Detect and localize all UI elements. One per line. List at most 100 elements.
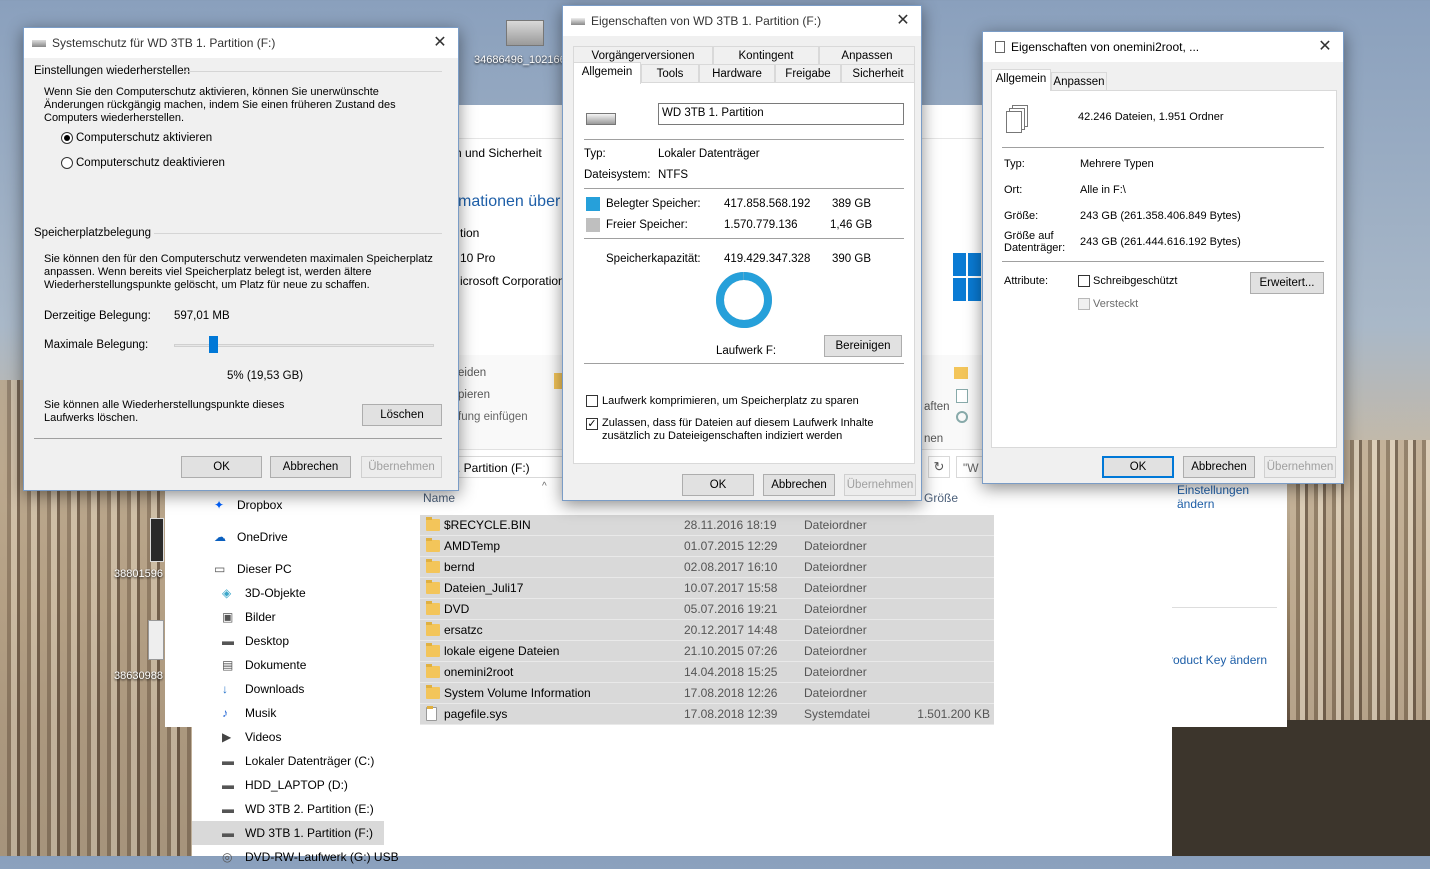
- apply-button[interactable]: Übernehmen: [844, 474, 916, 496]
- tab-hardware[interactable]: Hardware: [699, 64, 775, 82]
- usage-slider[interactable]: [174, 334, 434, 358]
- nav-item[interactable]: ▬ Desktop: [192, 629, 384, 653]
- desktop-icon-item[interactable]: 38801596: [112, 518, 166, 584]
- advanced-button[interactable]: Erweitert...: [1250, 272, 1324, 294]
- index-checkbox[interactable]: ✓: [586, 418, 598, 430]
- file-row[interactable]: AMDTemp 01.07.2015 12:29 Dateiordner: [420, 536, 994, 557]
- file-row[interactable]: bernd 02.08.2017 16:10 Dateiordner: [420, 557, 994, 578]
- breadcrumb[interactable]: n und Sicherheit: [455, 146, 542, 160]
- column-header-name[interactable]: Name: [423, 491, 455, 505]
- drive-thumbnail-icon: [506, 20, 544, 46]
- nav-item[interactable]: ☁ OneDrive: [192, 525, 384, 549]
- used-color-swatch: [586, 197, 600, 211]
- tab-security[interactable]: Sicherheit: [841, 64, 915, 82]
- product-key-link[interactable]: roduct Key ändern: [1169, 653, 1267, 667]
- tab-panel: WD 3TB 1. Partition Typ: Lokaler Datentr…: [573, 82, 915, 464]
- file-row[interactable]: Dateien_Juli17 10.07.2017 15:58 Dateiordne…: [420, 578, 994, 599]
- file-row[interactable]: ersatzc 20.12.2017 14:48 Dateiordner: [420, 620, 994, 641]
- compress-label[interactable]: Laufwerk komprimieren, um Speicherplatz …: [602, 395, 859, 407]
- nav-item[interactable]: ▭ Dieser PC: [192, 557, 384, 581]
- windows-edition: 10 Pro: [460, 251, 496, 265]
- nav-item[interactable]: ↓ Downloads: [192, 677, 384, 701]
- close-icon[interactable]: ✕: [1315, 37, 1335, 57]
- size-label: Größe:: [1004, 210, 1039, 222]
- nav-item[interactable]: ◎ DVD-RW-Laufwerk (G:) USB: [192, 845, 399, 869]
- ribbon-frag[interactable]: aften: [924, 401, 950, 413]
- nav-item[interactable]: ✦ Dropbox: [192, 493, 384, 517]
- tab-tools[interactable]: Tools: [641, 64, 699, 82]
- ok-button[interactable]: OK: [1102, 456, 1174, 478]
- refresh-icon[interactable]: ↻: [928, 456, 950, 478]
- cancel-button[interactable]: Abbrechen: [763, 474, 835, 496]
- nav-item[interactable]: ▶ Videos: [192, 725, 384, 749]
- drive-props-titlebar[interactable]: Eigenschaften von WD 3TB 1. Partition (F…: [563, 6, 921, 36]
- readonly-checkbox[interactable]: [1078, 275, 1090, 287]
- desktop-icon-item[interactable]: 38630988: [112, 620, 166, 686]
- ribbon-copy[interactable]: pieren: [458, 389, 490, 401]
- ok-button[interactable]: OK: [682, 474, 754, 496]
- tab-general[interactable]: Allgemein: [991, 69, 1051, 91]
- nav-item[interactable]: ▬ WD 3TB 1. Partition (F:): [192, 821, 384, 845]
- apply-button[interactable]: Übernehmen: [361, 456, 442, 478]
- separator: [1002, 147, 1324, 148]
- file-row[interactable]: System Volume Information 17.08.2018 12:2…: [420, 683, 994, 704]
- radio-protection-on-label[interactable]: Computerschutz aktivieren: [76, 132, 212, 144]
- type-value: Mehrere Typen: [1080, 158, 1154, 170]
- ribbon-frag[interactable]: nen: [924, 433, 943, 445]
- nav-item[interactable]: ♪ Musik: [192, 701, 384, 725]
- file-row[interactable]: DVD 05.07.2016 19:21 Dateiordner: [420, 599, 994, 620]
- cleanup-button[interactable]: Bereinigen: [824, 335, 902, 357]
- compress-checkbox[interactable]: [586, 395, 598, 407]
- file-row[interactable]: onemini2root 14.04.2018 15:25 Dateiordner: [420, 662, 994, 683]
- radio-protection-off[interactable]: [61, 157, 73, 169]
- close-icon[interactable]: ✕: [430, 33, 450, 53]
- properties-icon[interactable]: [956, 389, 968, 403]
- file-row[interactable]: pagefile.sys 17.08.2018 12:39 Systemdatei 1…: [420, 704, 994, 725]
- close-icon[interactable]: ✕: [893, 11, 913, 31]
- tab-customize[interactable]: Anpassen: [1051, 72, 1107, 90]
- cancel-button[interactable]: Abbrechen: [1183, 456, 1255, 478]
- nav-item[interactable]: ▣ Bilder: [192, 605, 384, 629]
- slider-thumb[interactable]: [209, 336, 218, 353]
- sysprot-titlebar[interactable]: Systemschutz für WD 3TB 1. Partition (F:…: [24, 28, 458, 58]
- space-header: Speicherplatzbelegung: [34, 227, 152, 239]
- file-row[interactable]: $RECYCLE.BIN 28.11.2016 18:19 Dateiordner: [420, 515, 994, 536]
- nav-item[interactable]: ▬ WD 3TB 2. Partition (E:): [192, 797, 384, 821]
- file-row[interactable]: lokale eigene Dateien 21.10.2015 07:26 Dat…: [420, 641, 994, 662]
- tab-customize[interactable]: Anpassen: [819, 46, 915, 64]
- multi-props-titlebar[interactable]: Eigenschaften von onemini2root, ... ✕: [983, 32, 1343, 62]
- readonly-label[interactable]: Schreibgeschützt: [1093, 275, 1177, 287]
- ribbon-paste-shortcut[interactable]: fung einfügen: [458, 411, 528, 423]
- open-icon[interactable]: [956, 411, 968, 423]
- radio-protection-off-label[interactable]: Computerschutz deaktivieren: [76, 157, 225, 169]
- nav-item-label: OneDrive: [237, 530, 288, 544]
- nav-item[interactable]: ◈ 3D-Objekte: [192, 581, 384, 605]
- drive-name-input[interactable]: WD 3TB 1. Partition: [658, 103, 904, 125]
- nav-item[interactable]: ▬ Lokaler Datenträger (C:): [192, 749, 384, 773]
- page-heading: mationen über: [458, 193, 561, 210]
- desktop-icon-item[interactable]: 34686496_102166: [474, 18, 566, 70]
- separator: [584, 363, 904, 364]
- file-date: 14.04.2018 15:25: [684, 665, 778, 679]
- radio-protection-on[interactable]: [61, 132, 73, 144]
- delete-button[interactable]: Löschen: [362, 404, 442, 426]
- video-icon: ▶: [222, 730, 232, 744]
- tab-quota[interactable]: Kontingent: [713, 46, 819, 64]
- column-header-size[interactable]: Größe: [924, 491, 958, 505]
- nav-item[interactable]: ▬ HDD_LAPTOP (D:): [192, 773, 384, 797]
- document-icon: ▤: [222, 658, 234, 672]
- cancel-button[interactable]: Abbrechen: [270, 456, 351, 478]
- index-label[interactable]: Zulassen, dass für Dateien auf diesem La…: [602, 417, 882, 443]
- file-type: Dateiordner: [804, 665, 867, 679]
- tab-sharing[interactable]: Freigabe: [775, 64, 841, 82]
- tab-general[interactable]: Allgemein: [573, 62, 641, 84]
- type-value: Lokaler Datenträger: [658, 148, 760, 160]
- ribbon-cut[interactable]: eiden: [458, 367, 486, 379]
- settings-link[interactable]: Einstellungen ändern: [1177, 483, 1267, 511]
- new-folder-icon[interactable]: [954, 367, 968, 379]
- file-date: 02.08.2017 16:10: [684, 560, 778, 574]
- ok-button[interactable]: OK: [181, 456, 262, 478]
- nav-item-label: WD 3TB 1. Partition (F:): [245, 826, 374, 840]
- apply-button[interactable]: Übernehmen: [1264, 456, 1336, 478]
- nav-item[interactable]: ▤ Dokumente: [192, 653, 384, 677]
